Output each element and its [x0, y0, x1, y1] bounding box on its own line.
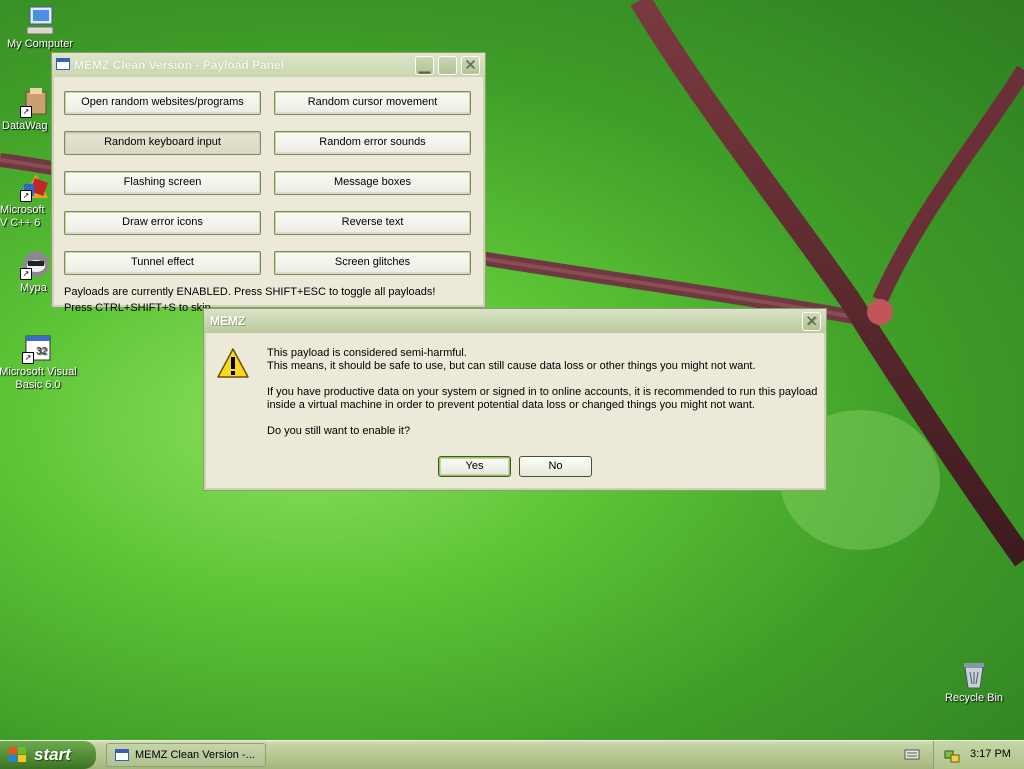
- keyboard-icon[interactable]: [904, 747, 920, 761]
- minimize-button[interactable]: ▁: [415, 56, 434, 75]
- minimize-icon: ▁: [418, 57, 431, 74]
- close-icon: ✕: [464, 57, 477, 74]
- payload-screen-glitches-button[interactable]: Screen glitches: [274, 251, 471, 275]
- dialog-message-line-4: inside a virtual machine in order to pre…: [267, 399, 755, 411]
- taskbar-item-memz[interactable]: MEMZ Clean Version -...: [106, 743, 266, 767]
- dialog-message-line-3: If you have productive data on your syst…: [267, 386, 818, 398]
- warning-icon: [216, 347, 250, 379]
- app-window-icon: [56, 58, 70, 70]
- close-button[interactable]: ✕: [461, 56, 480, 75]
- desktop-icon-datawag[interactable]: ↗ DataWag: [0, 86, 56, 133]
- network-tray-icon[interactable]: [944, 747, 960, 763]
- desktop-icon-mypal[interactable]: ↗ Mypa: [0, 248, 56, 295]
- payload-panel-titlebar[interactable]: MEMZ Clean Version - Payload Panel ▁ ✕: [52, 53, 485, 77]
- start-label: start: [34, 745, 71, 764]
- system-tray: 3:17 PM: [933, 741, 1024, 769]
- shortcut-arrow-icon: ↗: [22, 352, 34, 364]
- desktop-icon-my-computer[interactable]: My Computer: [0, 4, 80, 51]
- desktop-icon-recycle-bin[interactable]: Recycle Bin: [934, 658, 1014, 705]
- payload-panel-title: MEMZ Clean Version - Payload Panel: [74, 58, 285, 72]
- payload-random-cursor-button[interactable]: Random cursor movement: [274, 91, 471, 115]
- recycle-bin-icon: [958, 658, 990, 690]
- visual-cpp-shortcut-icon: ↗: [20, 170, 52, 202]
- dialog-title: MEMZ: [210, 314, 246, 328]
- maximize-icon: [439, 57, 456, 74]
- dialog-close-button[interactable]: ✕: [802, 312, 821, 331]
- close-icon: ✕: [805, 313, 818, 330]
- mypal-shortcut-icon: ↗: [20, 248, 52, 280]
- payload-panel-window[interactable]: MEMZ Clean Version - Payload Panel ▁ ✕ O…: [51, 52, 486, 314]
- svg-text:32: 32: [36, 346, 48, 357]
- payload-skip-hint: Press CTRL+SHIFT+S to skip: [64, 302, 211, 314]
- desktop-icon-visual-cpp[interactable]: ↗ Microsoft V C++ 6: [0, 170, 52, 230]
- computer-icon: [24, 4, 56, 36]
- shortcut-arrow-icon: ↗: [20, 190, 32, 202]
- taskbar-clock[interactable]: 3:17 PM: [970, 741, 1011, 767]
- dialog-message-line-1: This payload is considered semi-harmful.: [267, 347, 467, 359]
- payload-status-line: Payloads are currently ENABLED. Press SH…: [64, 286, 436, 298]
- dialog-question: Do you still want to enable it?: [267, 425, 411, 437]
- desktop-icon-visual-basic[interactable]: 32 ↗ Microsoft Visual Basic 6.0: [0, 332, 78, 392]
- app-window-icon: [115, 749, 129, 761]
- visual-basic-shortcut-icon: 32 ↗: [22, 332, 54, 364]
- payload-random-keyboard-button[interactable]: Random keyboard input: [64, 131, 261, 155]
- payload-flashing-screen-button[interactable]: Flashing screen: [64, 171, 261, 195]
- memz-warning-dialog[interactable]: MEMZ ✕ This payload is considered semi-h…: [203, 308, 827, 491]
- taskbar-item-label: MEMZ Clean Version -...: [135, 749, 255, 761]
- payload-reverse-text-button[interactable]: Reverse text: [274, 211, 471, 235]
- payload-message-boxes-button[interactable]: Message boxes: [274, 171, 471, 195]
- dialog-titlebar[interactable]: MEMZ ✕: [204, 309, 826, 333]
- taskbar: start MEMZ Clean Version -... 3:17 PM: [0, 740, 1024, 769]
- start-button[interactable]: start: [0, 741, 96, 769]
- dialog-message-line-2: This means, it should be safe to use, bu…: [267, 360, 756, 372]
- yes-button[interactable]: Yes: [438, 456, 511, 477]
- shortcut-arrow-icon: ↗: [20, 268, 32, 280]
- datawag-shortcut-icon: ↗: [20, 86, 52, 118]
- no-button[interactable]: No: [519, 456, 592, 477]
- payload-tunnel-effect-button[interactable]: Tunnel effect: [64, 251, 261, 275]
- payload-open-random-websites-button[interactable]: Open random websites/programs: [64, 91, 261, 115]
- payload-random-error-sounds-button[interactable]: Random error sounds: [274, 131, 471, 155]
- windows-flag-icon: [9, 747, 27, 763]
- shortcut-arrow-icon: ↗: [20, 106, 32, 118]
- payload-draw-error-icons-button[interactable]: Draw error icons: [64, 211, 261, 235]
- maximize-button[interactable]: [438, 56, 457, 75]
